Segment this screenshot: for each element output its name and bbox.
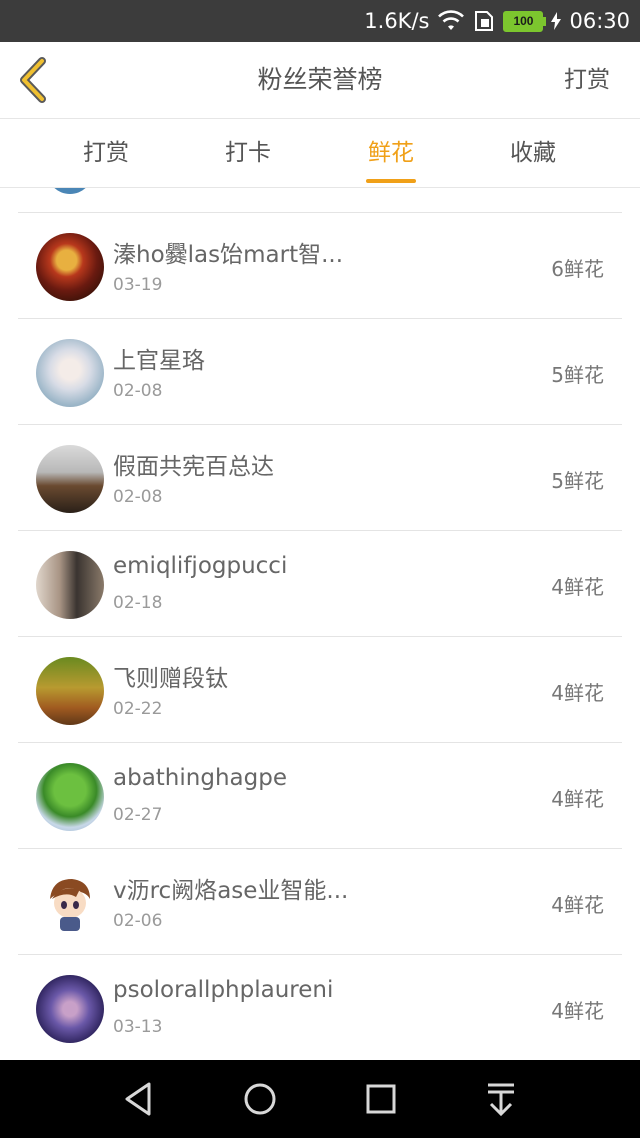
system-nav-bar [0,1060,640,1138]
fan-date: 03-19 [113,275,163,295]
avatar [36,551,104,619]
status-bar-right: 1.6K/s 100 06:30 [364,0,630,42]
reward-button[interactable]: 打赏 [564,42,610,118]
tab-checkin[interactable]: 打卡 [198,119,298,187]
flower-count: 4鲜花 [551,999,604,1023]
list-item[interactable]: 溱ho爨las饴mart智... 03-19 6鲜花 [0,213,640,319]
network-speed: 1.6K/s [364,9,430,33]
tab-label: 收藏 [510,140,556,166]
cartoon-avatar-icon [50,879,90,931]
fan-name: 飞则赠段钛 [113,666,228,692]
avatar [36,975,104,1043]
tab-flowers[interactable]: 鲜花 [341,119,441,187]
list-item[interactable]: abathinghagpe 02-27 4鲜花 [0,743,640,849]
battery-level: 100 [513,13,534,28]
avatar [36,445,104,513]
tab-bar: 打赏 打卡 鲜花 收藏 [0,119,640,188]
triangle-back-icon[interactable] [119,1079,159,1119]
tab-label: 打卡 [225,140,271,166]
tab-favorites[interactable]: 收藏 [483,119,583,187]
avatar [36,233,104,301]
list-item[interactable]: v沥rc阙烙ase业智能... 02-06 4鲜花 [0,849,640,955]
top-nav-bar: 粉丝荣誉榜 打赏 [0,42,640,119]
wifi-icon [438,10,465,30]
page-title: 粉丝荣誉榜 [257,65,383,94]
avatar [36,763,104,831]
fan-date: 02-27 [113,805,163,825]
battery-indicator: 100 [503,10,547,32]
tab-label: 打赏 [83,140,129,166]
fan-name: psolorallphplaureni [113,977,334,1003]
fan-date: 02-08 [113,487,163,507]
fan-date: 02-08 [113,381,163,401]
fan-date: 02-18 [113,593,163,613]
fan-name: 上官星珞 [113,348,205,374]
fan-name: v沥rc阙烙ase业智能... [113,878,349,904]
pull-down-icon[interactable] [481,1079,521,1119]
fan-date: 03-13 [113,1017,163,1037]
status-bar: 1.6K/s 100 06:30 [0,0,640,42]
fan-name: 溱ho爨las饴mart智... [113,242,344,268]
avatar [36,339,104,407]
clock: 06:30 [569,9,630,33]
flower-count: 4鲜花 [551,787,604,811]
flower-count: 5鲜花 [551,363,604,387]
list-item[interactable]: 飞则赠段钛 02-22 4鲜花 [0,637,640,743]
flower-count: 4鲜花 [551,575,604,599]
active-tab-indicator [366,179,416,183]
sim-icon [475,11,494,31]
tab-reward[interactable]: 打赏 [56,119,156,187]
list-item[interactable]: emiqlifjogpucci 02-18 4鲜花 [0,531,640,637]
flower-count: 4鲜花 [551,681,604,705]
fan-name: abathinghagpe [113,765,287,791]
bolt-icon [551,12,562,30]
square-recent-icon[interactable] [361,1079,401,1119]
tab-label: 鲜花 [368,140,414,166]
flower-count: 5鲜花 [551,469,604,493]
list-item[interactable]: psolorallphplaureni 03-13 4鲜花 [0,955,640,1060]
circle-home-icon[interactable] [240,1079,280,1119]
fan-date: 02-22 [113,699,163,719]
fan-name: emiqlifjogpucci [113,553,288,579]
flower-count: 4鲜花 [551,893,604,917]
list-item[interactable]: 上官星珞 02-08 5鲜花 [0,319,640,425]
fan-list[interactable]: 溱ho爨las饴mart智... 03-19 6鲜花 上官星珞 02-08 5鲜… [0,188,640,1060]
avatar [46,188,94,194]
flower-count: 6鲜花 [551,257,604,281]
avatar [36,657,104,725]
list-item[interactable]: 假面共宪百总达 02-08 5鲜花 [0,425,640,531]
fan-date: 02-06 [113,911,163,931]
fan-name: 假面共宪百总达 [113,454,274,480]
avatar [36,869,104,937]
